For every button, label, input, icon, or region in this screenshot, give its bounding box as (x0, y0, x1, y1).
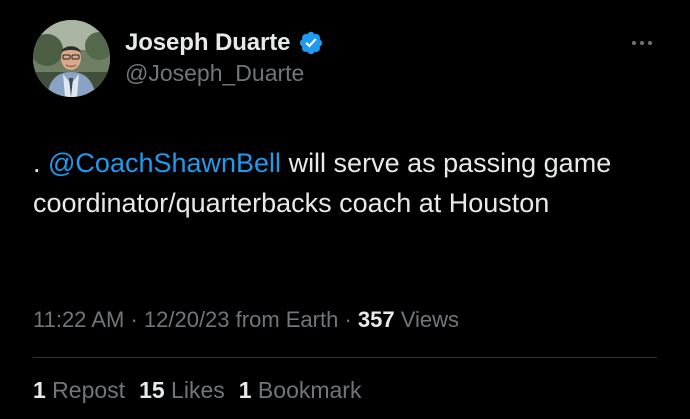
tweet-date[interactable]: 12/20/23 (144, 307, 230, 332)
bookmarks-stat[interactable]: 1 Bookmark (239, 377, 362, 404)
tweet-source: from Earth (229, 307, 339, 332)
bookmarks-count: 1 (238, 377, 252, 403)
verified-badge-icon[interactable] (298, 30, 324, 56)
more-options-icon[interactable] (626, 32, 658, 54)
tweet-text: . @CoachShawnBell will serve as passing … (33, 143, 653, 223)
meta-separator: · (124, 307, 144, 332)
views-count: 357 (357, 307, 395, 332)
bookmarks-label: Bookmark (251, 377, 362, 403)
reposts-stat[interactable]: 1 Repost (33, 377, 125, 404)
name-row: Joseph Duarte (125, 26, 324, 60)
tweet-stats: 1 Repost 15 Likes 1 Bookmark (33, 377, 375, 404)
reposts-count: 1 (33, 377, 46, 403)
meta-separator-2: · (338, 307, 358, 332)
tweet-author: Joseph Duarte @Joseph_Duarte (125, 26, 324, 87)
avatar[interactable] (33, 20, 110, 97)
views-label: Views (394, 307, 460, 332)
user-handle[interactable]: @Joseph_Duarte (125, 60, 324, 87)
mention-link[interactable]: @CoachShawnBell (48, 148, 281, 178)
display-name[interactable]: Joseph Duarte (125, 29, 291, 57)
divider (33, 357, 657, 358)
likes-label: Likes (164, 377, 225, 403)
tweet-meta: 11:22 AM · 12/20/23 from Earth · 357 Vie… (33, 307, 459, 333)
likes-stat[interactable]: 15 Likes (139, 377, 225, 404)
tweet-card: Joseph Duarte @Joseph_Duarte . @CoachSha… (0, 0, 690, 419)
tweet-views[interactable]: 357 Views (358, 307, 459, 332)
tweet-time[interactable]: 11:22 AM (33, 307, 124, 332)
tweet-text-prefix: . (33, 148, 49, 178)
reposts-label: Repost (45, 377, 126, 403)
avatar-photo (33, 20, 110, 97)
likes-count: 15 (139, 377, 165, 403)
